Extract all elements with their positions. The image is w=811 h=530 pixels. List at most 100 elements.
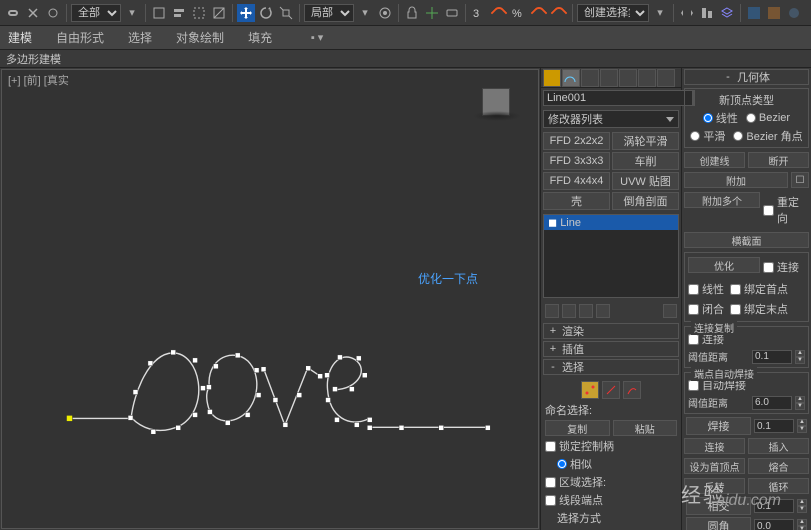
vtx-bezier-radio[interactable] <box>746 113 756 123</box>
ref-coord-icon[interactable]: ▾ <box>356 4 374 22</box>
connect-button[interactable]: 连接 <box>684 438 745 454</box>
display-tab-icon[interactable] <box>619 69 637 87</box>
btn-ffd222[interactable]: FFD 2x2x2 <box>543 132 610 150</box>
paste-button[interactable]: 粘贴 <box>613 420 678 436</box>
select-name-icon[interactable] <box>170 4 188 22</box>
tab-selection[interactable]: 选择 <box>128 29 152 46</box>
vtx-smooth-radio[interactable] <box>690 131 700 141</box>
move-icon[interactable] <box>237 4 255 22</box>
rotate-icon[interactable] <box>257 4 275 22</box>
utilities-tab-icon[interactable] <box>638 69 656 87</box>
motion-tab-icon[interactable] <box>600 69 618 87</box>
cross-input[interactable] <box>754 499 794 513</box>
attach-mult-button[interactable]: 附加多个 <box>684 192 760 208</box>
roll-rendering[interactable]: +渲染 <box>543 323 679 339</box>
ribbon-min-icon[interactable]: ▪ ▾ <box>308 29 326 47</box>
optimize-button[interactable]: 优化 <box>688 257 760 273</box>
create-line-button[interactable]: 创建线 <box>684 152 745 168</box>
snap-3d-icon[interactable]: 3 <box>470 4 488 22</box>
spline-subobj-icon[interactable] <box>623 381 641 399</box>
conn-copy-cb[interactable] <box>688 334 699 345</box>
schematic-icon[interactable] <box>765 4 783 22</box>
mirror-icon[interactable] <box>678 4 696 22</box>
select-region-icon[interactable] <box>190 4 208 22</box>
fillet-button[interactable]: 圆角 <box>686 517 751 530</box>
btn-ffd444[interactable]: FFD 4x4x4 <box>543 172 610 190</box>
hierarchy-tab-icon[interactable] <box>581 69 599 87</box>
fuse-button[interactable]: 熔合 <box>748 458 809 474</box>
btn-uvwmap[interactable]: UVW 贴图 <box>612 172 679 190</box>
btn-bevelprofile[interactable]: 倒角剖面 <box>612 192 679 210</box>
named-sel-set[interactable]: 创建选择集 <box>577 4 649 22</box>
pin-stack-icon[interactable] <box>545 304 559 318</box>
weld-input[interactable] <box>754 419 794 433</box>
scope-select-1[interactable]: 全部 <box>71 4 121 22</box>
weld-button[interactable]: 焊接 <box>686 417 751 435</box>
link-icon[interactable] <box>4 4 22 22</box>
insert-button[interactable]: 插入 <box>748 438 809 454</box>
create-tab-icon[interactable] <box>543 69 561 87</box>
btn-turbosmooth[interactable]: 涡轮平滑 <box>612 132 679 150</box>
extra-tab-icon[interactable] <box>657 69 675 87</box>
btn-shell[interactable]: 壳 <box>543 192 610 210</box>
set-first-button[interactable]: 设为首顶点 <box>684 458 745 474</box>
cross-section-button[interactable]: 横截面 <box>684 232 809 248</box>
filter-dd-icon[interactable]: ▾ <box>123 4 141 22</box>
unlink-icon[interactable] <box>24 4 42 22</box>
scale-icon[interactable] <box>277 4 295 22</box>
snap-spinner-icon[interactable] <box>550 4 568 22</box>
roll-interpolation[interactable]: +插值 <box>543 341 679 357</box>
center-icon[interactable] <box>376 4 394 22</box>
make-unique-icon[interactable] <box>579 304 593 318</box>
vtx-bezcorner-radio[interactable] <box>733 131 743 141</box>
tab-freeform[interactable]: 自由形式 <box>56 29 104 46</box>
manip-icon[interactable] <box>423 4 441 22</box>
modifier-stack[interactable]: ◼ Line <box>543 214 679 298</box>
layers-icon[interactable] <box>718 4 736 22</box>
opt-bindfirst-cb[interactable] <box>730 284 741 295</box>
up-icon[interactable]: ▲ <box>795 350 805 357</box>
window-crossing-icon[interactable] <box>210 4 228 22</box>
scope-select-2[interactable]: 局部 <box>304 4 354 22</box>
btn-ffd333[interactable]: FFD 3x3x3 <box>543 152 610 170</box>
sel-lock-icon[interactable] <box>403 4 421 22</box>
vtx-linear-radio[interactable] <box>703 113 713 123</box>
area-sel-cb[interactable] <box>545 477 556 488</box>
modify-tab-icon[interactable] <box>562 69 580 87</box>
opt-bindlast-cb[interactable] <box>730 304 741 315</box>
tab-objpaint[interactable]: 对象绘制 <box>176 29 224 46</box>
seg-end-cb[interactable] <box>545 495 556 506</box>
reverse-button[interactable]: 反转 <box>684 478 745 494</box>
opt-closed-cb[interactable] <box>688 304 699 315</box>
align-icon[interactable] <box>698 4 716 22</box>
object-name-input[interactable] <box>543 90 693 106</box>
thresh-dist-input[interactable] <box>752 350 792 364</box>
copy-button[interactable]: 复制 <box>545 420 610 436</box>
reorient-cb[interactable] <box>763 205 774 216</box>
roll-geometry[interactable]: -几何体 <box>684 69 809 85</box>
similar-radio[interactable] <box>557 459 567 469</box>
bind-icon[interactable] <box>44 4 62 22</box>
snap-angle2-icon[interactable] <box>530 4 548 22</box>
btn-lathe[interactable]: 车削 <box>612 152 679 170</box>
mat-editor-icon[interactable] <box>785 4 803 22</box>
keymode-icon[interactable] <box>443 4 461 22</box>
modifier-list-dropdown[interactable]: 修改器列表 <box>543 110 679 128</box>
lock-handles-cb[interactable] <box>545 441 556 452</box>
opt-linear-cb[interactable] <box>688 284 699 295</box>
stack-item-line[interactable]: ◼ Line <box>544 215 678 230</box>
vertex-subobj-icon[interactable] <box>581 381 599 399</box>
attach-opt-button[interactable]: ☐ <box>791 172 809 188</box>
viewport[interactable]: [+] [前] [真实 优化一下点 <box>1 69 539 529</box>
cross-button[interactable]: 相交 <box>686 497 751 515</box>
segment-subobj-icon[interactable] <box>602 381 620 399</box>
show-end-icon[interactable] <box>562 304 576 318</box>
snap-pct-icon[interactable]: % <box>510 4 528 22</box>
roll-selection[interactable]: -选择 <box>543 359 679 375</box>
attach-button[interactable]: 附加 <box>684 172 788 188</box>
configure-sets-icon[interactable] <box>663 304 677 318</box>
thresh-dist2-input[interactable] <box>752 396 792 410</box>
cycle-button[interactable]: 循环 <box>748 478 809 494</box>
fillet-input[interactable] <box>754 519 794 530</box>
tab-modeling[interactable]: 建模 <box>8 29 32 46</box>
